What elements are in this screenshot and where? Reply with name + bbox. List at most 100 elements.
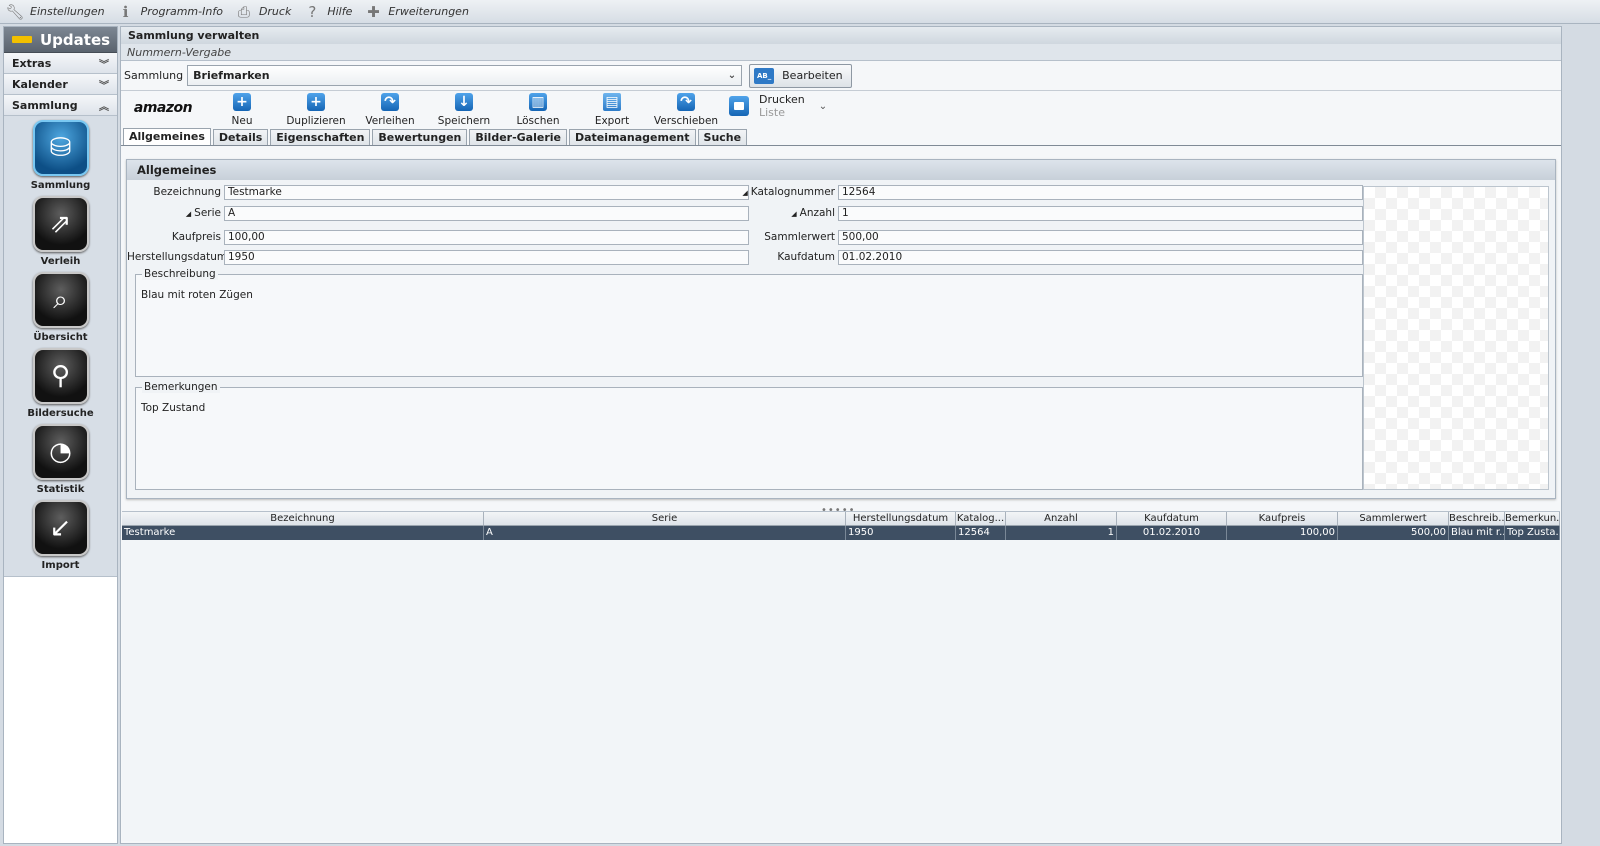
arrow-curve-icon: ↷ bbox=[381, 93, 399, 111]
document-icon: ▤ bbox=[603, 93, 621, 111]
accordion-kalender[interactable]: Kalender ︾ bbox=[4, 74, 117, 95]
collection-select[interactable]: Briefmarken ⌄ bbox=[187, 65, 743, 86]
kaufpreis-field[interactable]: 100,00 bbox=[224, 230, 749, 245]
move-button[interactable]: ↷ Verschieben bbox=[649, 93, 723, 127]
column-header[interactable]: Kaufdatum bbox=[1117, 512, 1227, 525]
herstellungsdatum-field[interactable]: 1950 bbox=[224, 250, 749, 265]
nav-bildersuche[interactable]: ⚲ Bildersuche bbox=[4, 348, 117, 424]
table-cell: Blau mit r... bbox=[1451, 526, 1505, 540]
new-button[interactable]: + Neu bbox=[205, 93, 279, 127]
column-header[interactable]: Serie bbox=[484, 512, 846, 525]
bezeichnung-field[interactable]: Testmarke bbox=[224, 185, 749, 200]
toolbar: amazon + Neu + Duplizieren ↷ Verleihen ↓ Spe… bbox=[121, 91, 1561, 129]
beschreibung-label: Beschreibung bbox=[142, 268, 218, 280]
beschreibung-text: Blau mit roten Zügen bbox=[141, 289, 253, 301]
sammlerwert-label: Sammlerwert bbox=[764, 231, 835, 243]
menu-einstellungen[interactable]: 🔧︎ Einstellungen bbox=[5, 3, 105, 21]
column-header[interactable]: Sammlerwert bbox=[1338, 512, 1449, 525]
menu-druck[interactable]: ⎙ Druck bbox=[235, 3, 291, 21]
nav-label: Bildersuche bbox=[27, 408, 94, 419]
delete-button[interactable]: ▥ Löschen bbox=[501, 93, 575, 127]
nav-uebersicht[interactable]: ⌕ Übersicht bbox=[4, 272, 117, 348]
anzahl-field[interactable]: 1 bbox=[838, 206, 1363, 221]
column-header[interactable]: Herstellungsdatum bbox=[846, 512, 956, 525]
image-preview[interactable] bbox=[1363, 186, 1549, 490]
tab-dateimanagement[interactable]: Dateimanagement bbox=[568, 129, 696, 145]
triangle-icon: ◢ bbox=[791, 210, 797, 218]
nav-label: Verleih bbox=[40, 256, 81, 267]
import-icon: ↙ bbox=[32, 500, 89, 556]
katalognummer-field[interactable]: 12564 bbox=[838, 185, 1363, 200]
general-panel: Allgemeines Bezeichnung Testmarke ◢ Serie… bbox=[126, 159, 1556, 499]
tab-bewertungen[interactable]: Bewertungen bbox=[372, 129, 468, 145]
save-button[interactable]: ↓ Speichern bbox=[427, 93, 501, 127]
printer-icon: ⎙ bbox=[237, 2, 250, 21]
chevron-down-icon: ︾ bbox=[99, 80, 109, 92]
top-menu-bar: 🔧︎ Einstellungen ℹ Programm-Info ⎙ Druck ? H… bbox=[0, 0, 1600, 24]
export-button[interactable]: ▤ Export bbox=[575, 93, 649, 127]
table-row[interactable]: Testmarke A 1950 12564 1 01.02.2010 100,… bbox=[122, 526, 1560, 540]
menu-hilfe[interactable]: ? Hilfe bbox=[303, 3, 352, 21]
tab-details[interactable]: Details bbox=[212, 129, 269, 145]
table-cell: A bbox=[484, 526, 846, 540]
tab-eigenschaften[interactable]: Eigenschaften bbox=[270, 129, 371, 145]
sammlerwert-field[interactable]: 500,00 bbox=[838, 230, 1363, 245]
menu-programm-info[interactable]: ℹ Programm-Info bbox=[117, 3, 223, 21]
sidebar: Updates Extras ︾ Kalender ︾ Sammlung ︽ ⛁ Sam… bbox=[3, 26, 118, 844]
nav-label: Import bbox=[41, 560, 80, 571]
tab-allgemeines[interactable]: Allgemeines bbox=[123, 128, 211, 145]
menu-label: Hilfe bbox=[327, 5, 353, 18]
chevron-down-icon[interactable]: ⌄ bbox=[819, 101, 827, 112]
chevron-down-icon: ⌄ bbox=[727, 70, 737, 81]
magnifier-icon: ⚲ bbox=[32, 348, 89, 404]
arrow-down-icon: ↓ bbox=[455, 93, 473, 111]
arrow-curve-icon: ↷ bbox=[677, 93, 695, 111]
plus-icon: + bbox=[233, 93, 251, 111]
column-header[interactable]: Katalog... bbox=[956, 512, 1006, 525]
triangle-icon: ◢ bbox=[185, 210, 192, 218]
page-title: Sammlung verwalten bbox=[121, 27, 1561, 44]
collection-label: Sammlung bbox=[124, 69, 184, 82]
toolbar-label: Export bbox=[594, 115, 630, 127]
column-header[interactable]: Kaufpreis bbox=[1227, 512, 1338, 525]
nav-label: Sammlung bbox=[30, 180, 91, 191]
updates-header[interactable]: Updates bbox=[4, 27, 117, 53]
column-header[interactable]: Bezeichnung bbox=[122, 512, 484, 525]
print-button[interactable]: Drucken Liste ⌄ bbox=[729, 93, 827, 119]
accordion-sammlung[interactable]: Sammlung ︽ bbox=[4, 95, 117, 116]
amazon-logo[interactable]: amazon bbox=[121, 93, 205, 123]
menu-erweiterungen[interactable]: ✚ Erweiterungen bbox=[364, 3, 469, 21]
info-icon: ℹ bbox=[122, 2, 129, 21]
lend-button[interactable]: ↷ Verleihen bbox=[353, 93, 427, 127]
toolbar-label: Verleihen bbox=[365, 115, 415, 127]
column-header[interactable]: Beschreib... bbox=[1449, 512, 1505, 525]
menu-label: Einstellungen bbox=[30, 5, 105, 18]
accordion-label: Kalender bbox=[12, 77, 68, 91]
help-icon: ? bbox=[308, 2, 317, 21]
duplicate-button[interactable]: + Duplizieren bbox=[279, 93, 353, 127]
tab-suche[interactable]: Suche bbox=[697, 129, 748, 145]
serie-field[interactable]: A bbox=[224, 206, 749, 221]
beschreibung-group[interactable]: Beschreibung Blau mit roten Zügen bbox=[135, 268, 1363, 377]
column-header[interactable]: Bemerkun... bbox=[1505, 512, 1560, 525]
kaufdatum-field[interactable]: 01.02.2010 bbox=[838, 250, 1363, 265]
accordion-extras[interactable]: Extras ︾ bbox=[4, 53, 117, 74]
edit-button[interactable]: AB_ Bearbeiten bbox=[749, 63, 852, 88]
accordion-label: Extras bbox=[12, 56, 52, 70]
toolbar-label: Duplizieren bbox=[286, 115, 346, 127]
bemerkungen-text: Top Zustand bbox=[141, 402, 206, 414]
records-table: Bezeichnung Serie Herstellungsdatum Kata… bbox=[122, 511, 1560, 841]
nav-statistik[interactable]: ◔ Statistik bbox=[4, 424, 117, 500]
nav-import[interactable]: ↙ Import bbox=[4, 500, 117, 576]
tab-bar: Allgemeines Details Eigenschaften Bewert… bbox=[121, 128, 1561, 146]
bemerkungen-label: Bemerkungen bbox=[142, 381, 220, 393]
tab-bilder-galerie[interactable]: Bilder-Galerie bbox=[469, 129, 567, 145]
nav-verleih[interactable]: ⇗ Verleih bbox=[4, 196, 117, 272]
bemerkungen-group[interactable]: Bemerkungen Top Zustand bbox=[135, 381, 1363, 490]
toolbar-label: Verschieben bbox=[653, 115, 719, 127]
kaufdatum-label: Kaufdatum bbox=[777, 251, 835, 263]
updates-label: Updates bbox=[40, 30, 111, 49]
column-header[interactable]: Anzahl bbox=[1006, 512, 1117, 525]
table-cell: 500,00 bbox=[1338, 526, 1449, 540]
nav-sammlung[interactable]: ⛁ Sammlung bbox=[4, 120, 117, 196]
